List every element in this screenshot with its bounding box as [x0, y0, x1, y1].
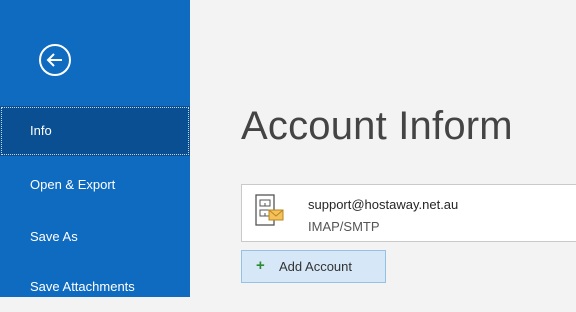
plus-icon: + — [256, 257, 265, 274]
main-content: Account Inform support@hostaway.net.au I… — [190, 0, 576, 297]
sidebar-item-label: Open & Export — [30, 177, 116, 192]
back-arrow-icon[interactable] — [38, 43, 72, 77]
sidebar-item-save-attachments[interactable]: Save Attachments — [0, 262, 190, 312]
page-title: Account Inform — [241, 104, 513, 148]
sidebar-item-label: Info — [30, 123, 52, 138]
sidebar-item-open-export[interactable]: Open & Export — [0, 160, 190, 210]
add-account-button[interactable]: + Add Account — [241, 250, 386, 283]
sidebar-item-label: Save As — [30, 229, 78, 244]
mail-account-icon — [255, 194, 284, 226]
backstage-sidebar: Info Open & Export Save As Save Attachme… — [0, 0, 190, 297]
account-type: IMAP/SMTP — [308, 219, 380, 234]
account-selector[interactable]: support@hostaway.net.au IMAP/SMTP — [241, 184, 576, 242]
add-account-label: Add Account — [279, 259, 352, 274]
sidebar-item-save-as[interactable]: Save As — [0, 212, 190, 262]
account-email: support@hostaway.net.au — [308, 197, 459, 212]
sidebar-item-info[interactable]: Info — [0, 106, 190, 156]
sidebar-item-label: Save Attachments — [30, 279, 135, 294]
